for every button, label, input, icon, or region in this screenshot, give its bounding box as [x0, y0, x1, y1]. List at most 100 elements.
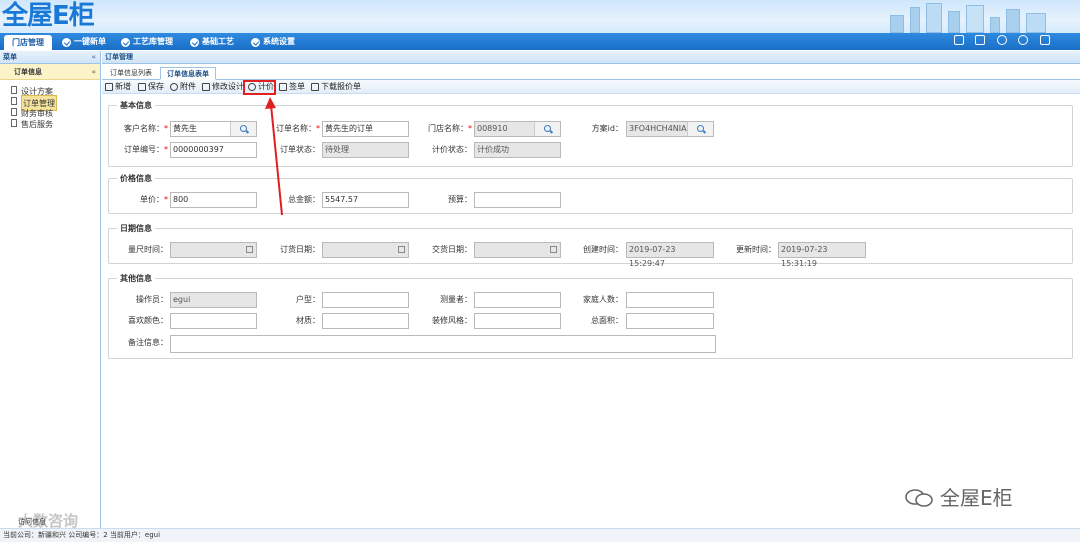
save-button[interactable]: 保存 — [137, 81, 164, 93]
button-label: 签单 — [289, 82, 305, 91]
tab-order-form[interactable]: 订单信息表单 — [160, 67, 216, 80]
order-number-field[interactable]: 0000000397 — [170, 142, 257, 158]
price-status-label: 计价状态： — [432, 145, 472, 154]
collapse-icon[interactable]: « — [91, 64, 96, 80]
favorite-color-label: 喜欢颜色： — [128, 316, 168, 325]
operator-label: 操作员： — [136, 295, 168, 304]
surveyor-field[interactable] — [474, 292, 561, 308]
pricing-highlight-box — [243, 80, 276, 95]
unit-price-field[interactable]: 800 — [170, 192, 257, 208]
nav-item-system-settings[interactable]: 系统设置 — [249, 34, 295, 50]
favorite-color-field[interactable] — [170, 313, 257, 329]
order-status-field[interactable]: 待处理 — [322, 142, 409, 158]
calendar-icon[interactable] — [550, 246, 557, 253]
order-name-field[interactable]: 黄先生的订单 — [322, 121, 409, 137]
collapse-icon[interactable]: « — [91, 51, 96, 64]
sidebar-item-order-management[interactable]: 订单管理 — [10, 95, 100, 111]
nav-icon-group — [945, 35, 1050, 49]
house-type-field[interactable] — [322, 292, 409, 308]
customer-name-field[interactable]: 黄先生 — [170, 121, 257, 137]
sidebar-tree: 设计方案 订单管理 财务审核 售后服务 — [0, 80, 100, 129]
watermark-left-sub: 访问信息 — [18, 518, 46, 526]
sidebar-item-finance-review[interactable]: 财务审核 — [10, 106, 100, 118]
updated-time-field[interactable]: 2019-07-23 15:31:19 — [778, 242, 866, 268]
calendar-icon[interactable] — [246, 246, 253, 253]
unit-price-label: 单价：* — [140, 195, 168, 204]
sidebar-item-after-sales[interactable]: 售后服务 — [10, 117, 100, 129]
section-title: 价格信息 — [117, 173, 155, 184]
gear-icon — [190, 38, 199, 47]
updated-time-label: 更新时间： — [736, 245, 776, 254]
price-status-field[interactable]: 计价成功 — [474, 142, 561, 158]
budget-field[interactable] — [474, 192, 561, 208]
calendar-icon[interactable] — [398, 246, 405, 253]
remark-label: 备注信息： — [128, 338, 168, 347]
calendar-icon[interactable] — [975, 35, 986, 45]
user-icon[interactable] — [996, 35, 1007, 45]
document-icon — [11, 108, 17, 116]
download-quote-button[interactable]: 下载报价单 — [310, 81, 361, 93]
total-amount-field[interactable]: 5547.57 — [322, 192, 409, 208]
sidebar-title: 菜单 — [3, 53, 17, 61]
family-size-field[interactable] — [626, 292, 714, 308]
decor-style-label: 装修风格： — [432, 316, 472, 325]
attachment-button[interactable]: 附件 — [169, 81, 196, 93]
button-label: 附件 — [180, 82, 196, 91]
printer-icon — [279, 83, 287, 91]
sidebar-header: 菜单 « — [0, 51, 100, 64]
nav-item-process-library[interactable]: 工艺库管理 — [119, 34, 173, 50]
delivery-date-field[interactable] — [474, 242, 561, 258]
field-value: 3FO4HCH4NIAX — [629, 124, 693, 133]
sign-order-button[interactable]: 签单 — [278, 81, 305, 93]
monitor-icon[interactable] — [953, 35, 964, 45]
order-form: 基本信息 客户名称：* 黄先生 订单名称：* 黄先生的订单 门店名称：* 008… — [102, 95, 1080, 528]
skyline-decoration — [870, 0, 1060, 33]
download-icon — [311, 83, 319, 91]
material-label: 材质： — [296, 316, 320, 325]
remark-textarea[interactable] — [170, 335, 716, 353]
store-name-label: 门店名称：* — [428, 124, 472, 133]
scheme-id-label: 方案id： — [591, 124, 623, 133]
nav-item-label: 系统设置 — [263, 37, 295, 46]
order-date-field[interactable] — [322, 242, 409, 258]
material-field[interactable] — [322, 313, 409, 329]
save-icon — [138, 83, 146, 91]
nav-item-label: 基础工艺 — [202, 37, 234, 46]
measure-time-label: 量尺时间： — [128, 245, 168, 254]
nav-item-label: 工艺库管理 — [133, 37, 173, 46]
decor-style-field[interactable] — [474, 313, 561, 329]
store-name-field[interactable]: 008910 — [474, 121, 561, 137]
sidebar-group-label: 订单信息 — [14, 68, 42, 76]
status-bar: 当前公司：新疆和兴 公司编号：2 当前用户：egui — [0, 528, 1080, 542]
new-doc-icon — [105, 83, 113, 91]
gear-icon[interactable] — [1018, 35, 1029, 45]
sidebar-item-design-scheme[interactable]: 设计方案 — [10, 84, 100, 96]
sidebar: 菜单 « 订单信息 « 设计方案 订单管理 财务审核 售后服务 — [0, 51, 101, 528]
nav-item-new-order[interactable]: 一键新单 — [60, 34, 106, 50]
search-icon[interactable] — [230, 122, 256, 136]
document-icon — [11, 119, 17, 127]
main-nav: 门店管理 一键新单 工艺库管理 基础工艺 系统设置 — [0, 33, 1080, 50]
total-area-field[interactable] — [626, 313, 714, 329]
search-icon[interactable] — [687, 122, 713, 136]
field-value: 黄先生 — [173, 124, 197, 133]
nav-tab-store-management[interactable]: 门店管理 — [4, 35, 52, 50]
delivery-date-label: 交货日期： — [432, 245, 472, 254]
add-button[interactable]: 新增 — [104, 81, 131, 93]
created-time-field[interactable]: 2019-07-23 15:29:47 — [626, 242, 714, 268]
operator-field[interactable]: egui — [170, 292, 257, 308]
app-header: 全屋E柜 — [0, 0, 1080, 33]
order-date-label: 订货日期： — [280, 245, 320, 254]
section-title: 日期信息 — [117, 223, 155, 234]
search-icon[interactable] — [534, 122, 560, 136]
scheme-id-field[interactable]: 3FO4HCH4NIAX — [626, 121, 714, 137]
order-number-label: 订单编号：* — [124, 145, 168, 154]
tab-order-list[interactable]: 订单信息列表 — [104, 67, 158, 80]
button-label: 新增 — [115, 82, 131, 91]
watermark-right: 全屋E柜 — [904, 482, 1013, 511]
sidebar-group-order-info[interactable]: 订单信息 « — [0, 64, 100, 80]
exit-icon[interactable] — [1040, 35, 1050, 45]
nav-item-basic-process[interactable]: 基础工艺 — [188, 34, 234, 50]
measure-time-field[interactable] — [170, 242, 257, 258]
edit-design-button[interactable]: 修改设计 — [201, 81, 244, 93]
